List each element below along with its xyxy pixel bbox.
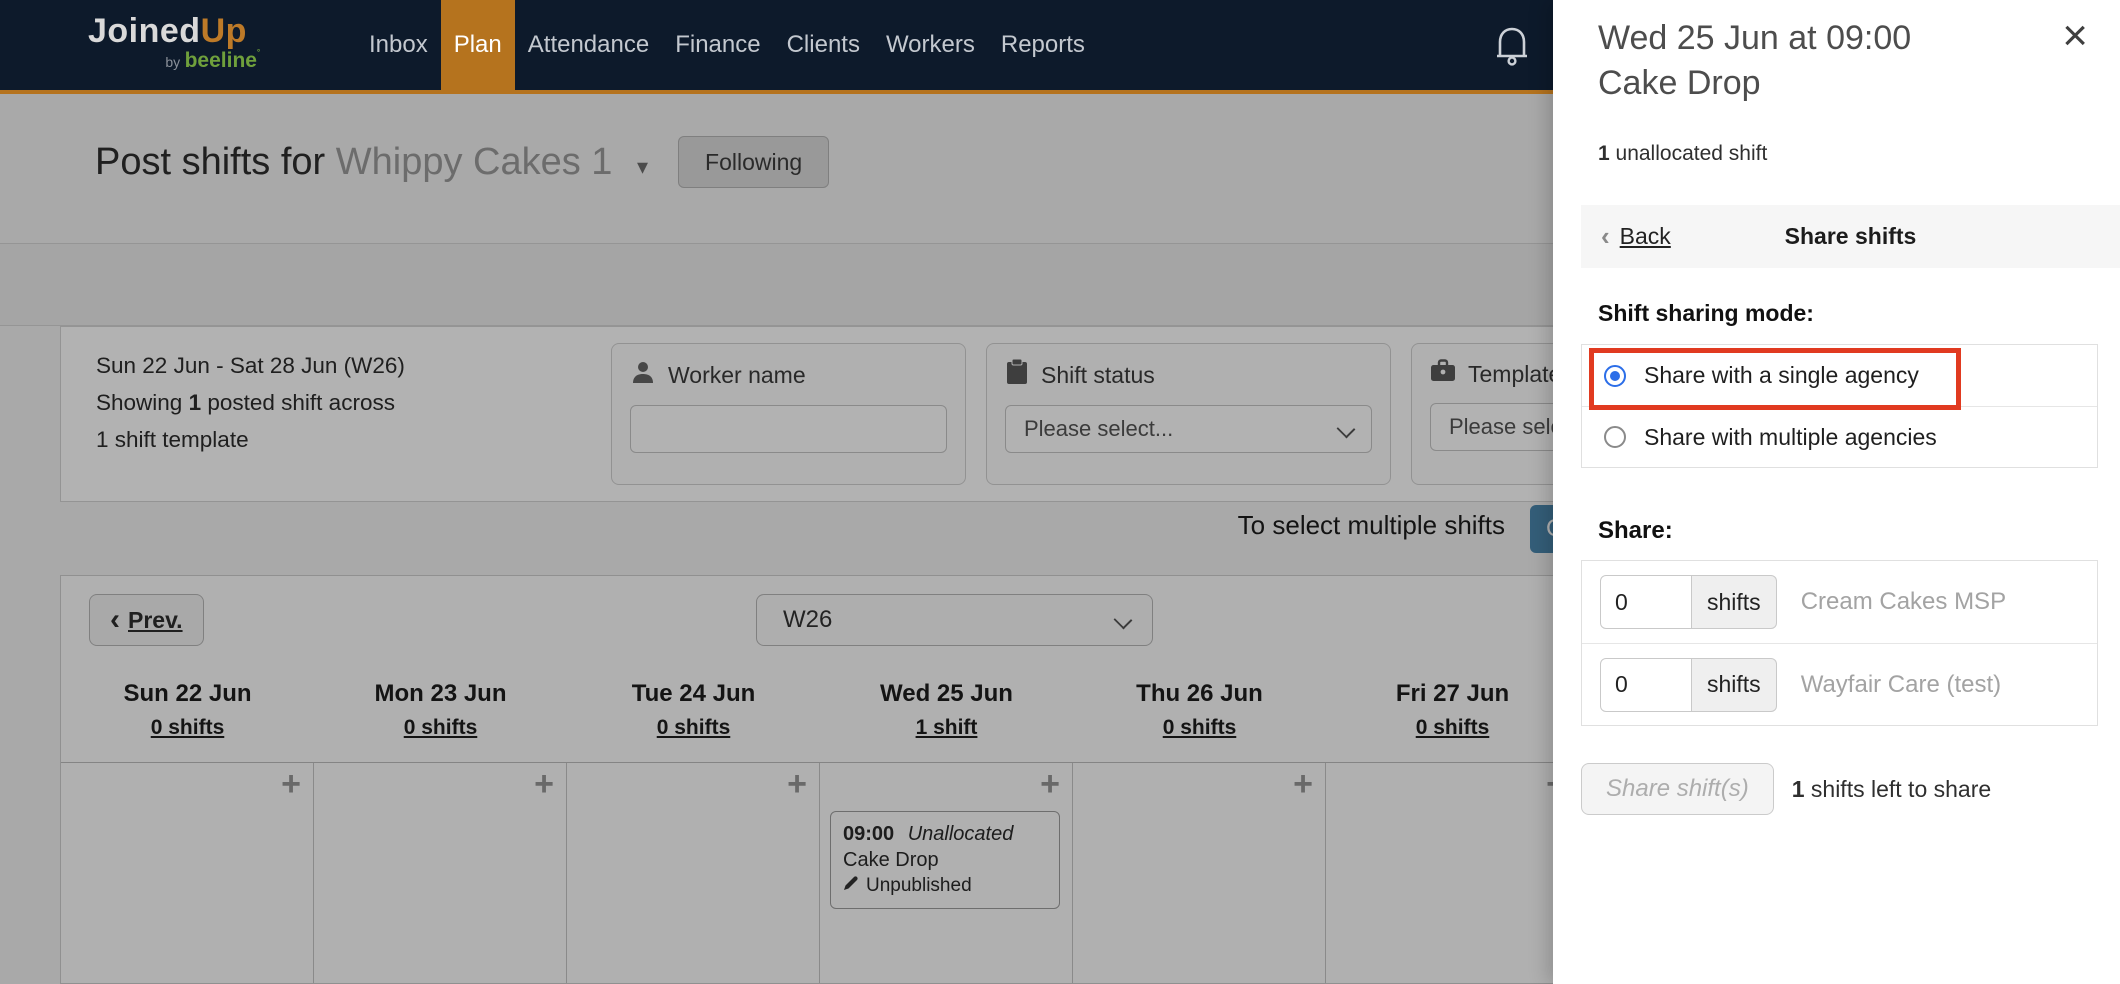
nav-item-plan[interactable]: Plan	[440, 0, 515, 90]
logo-up-text: Up	[200, 12, 247, 50]
mode-option-multiple-agencies[interactable]: Share with multiple agencies	[1582, 406, 2097, 467]
agency-row-cream-cakes: shifts Cream Cakes MSP	[1582, 561, 2097, 643]
panel-subheader-bar: ‹ Back Share shifts	[1581, 205, 2120, 268]
logo-joined-text: Joined	[88, 12, 201, 50]
agency-row-wayfair-care: shifts Wayfair Care (test)	[1582, 643, 2097, 725]
nav-menu: Inbox Plan Attendance Finance Clients Wo…	[356, 0, 1098, 90]
nav-item-reports[interactable]: Reports	[988, 0, 1098, 90]
joinedup-logo[interactable]: JoinedUp by beeline˚	[88, 0, 338, 90]
agency-share-list: shifts Cream Cakes MSP shifts Wayfair Ca…	[1581, 560, 2098, 726]
mode-option-single-agency[interactable]: Share with a single agency	[1582, 345, 2097, 406]
shift-quantity-input[interactable]	[1600, 575, 1692, 629]
shifts-unit-addon: shifts	[1692, 657, 1777, 712]
logo-beeline-text: beeline	[184, 49, 257, 72]
nav-item-finance[interactable]: Finance	[662, 0, 773, 90]
logo-trademark: ˚	[256, 49, 261, 61]
sharing-mode-options: Share with a single agency Share with mu…	[1581, 344, 2098, 468]
share-action-row: Share shift(s) 1 shifts left to share	[1581, 763, 1991, 815]
panel-title: Wed 25 Jun at 09:00 Cake Drop	[1598, 19, 1912, 102]
radio-selected-icon[interactable]	[1604, 364, 1626, 387]
share-shifts-button[interactable]: Share shift(s)	[1581, 763, 1774, 815]
close-icon[interactable]: ×	[2062, 14, 2088, 58]
logo-by-text: by	[165, 54, 181, 70]
shifts-unit-addon: shifts	[1692, 575, 1777, 629]
share-shifts-panel: Wed 25 Jun at 09:00 Cake Drop × 1 unallo…	[1553, 0, 2120, 984]
unallocated-shift-count: 1 unallocated shift	[1598, 142, 1768, 165]
shifts-remaining-text: 1 shifts left to share	[1791, 775, 1992, 802]
nav-item-workers[interactable]: Workers	[873, 0, 988, 90]
notifications-bell-icon[interactable]	[1490, 22, 1534, 70]
nav-item-clients[interactable]: Clients	[774, 0, 873, 90]
nav-item-inbox[interactable]: Inbox	[356, 0, 441, 90]
agency-name: Cream Cakes MSP	[1800, 588, 2007, 615]
agency-name: Wayfair Care (test)	[1800, 670, 2002, 698]
share-shifts-header: Share shifts	[1784, 223, 1917, 249]
radio-unselected-icon[interactable]	[1604, 426, 1626, 448]
share-label: Share:	[1598, 517, 1673, 544]
app-root: JoinedUp by beeline˚ Inbox Plan Attendan…	[0, 0, 2120, 984]
shift-quantity-input[interactable]	[1600, 657, 1692, 712]
nav-item-attendance[interactable]: Attendance	[515, 0, 662, 90]
shift-sharing-mode-label: Shift sharing mode:	[1598, 300, 1814, 326]
